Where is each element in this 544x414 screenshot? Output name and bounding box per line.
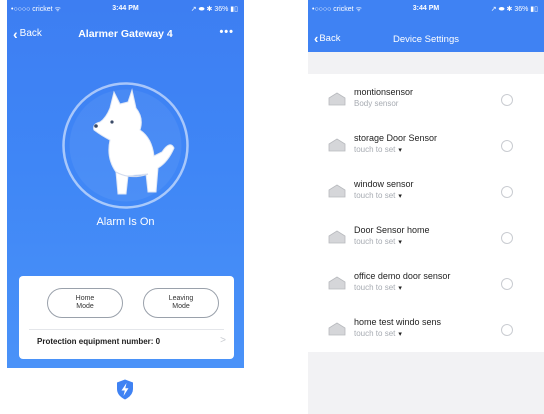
page-title: Device Settings <box>392 34 459 45</box>
caret-down-icon: ▾ <box>398 192 402 200</box>
home-mode-label: Home Mode <box>76 295 95 311</box>
page-title: Alarmer Gateway 4 <box>78 28 173 40</box>
device-subtitle[interactable]: touch to set ▾ <box>354 283 402 292</box>
screenshot-stage: •○○○○ cricket ᯤ 3:44 PM ↗ ⬬ ✱ 36% ▮▯ ‹ B… <box>0 0 544 414</box>
device-row[interactable]: Door Sensor home touch to set ▾ <box>308 216 544 262</box>
device-row[interactable]: home test windo sens touch to set ▾ <box>308 308 544 354</box>
device-subtitle-text: touch to set <box>354 283 396 292</box>
device-icon <box>328 138 346 152</box>
device-select-radio[interactable] <box>501 232 513 244</box>
alarm-status-graphic <box>58 78 193 213</box>
home-mode-label-line1: Home <box>75 295 95 302</box>
leaving-mode-label: Leaving Mode <box>169 295 194 311</box>
caret-down-icon: ▾ <box>398 284 402 292</box>
battery-indicator: ↗ ⬬ ✱ 36% ▮▯ <box>190 6 238 13</box>
device-row[interactable]: window sensor touch to set ▾ <box>308 170 544 216</box>
gateway-nav-bar: ‹ Back Alarmer Gateway 4 ••• <box>7 26 244 48</box>
more-options-button[interactable]: ••• <box>219 26 234 38</box>
device-icon <box>328 322 346 336</box>
leaving-mode-button[interactable]: Leaving Mode <box>143 288 219 318</box>
alarm-status-text: Alarm Is On <box>96 216 155 228</box>
leaving-mode-label-line1: Leaving <box>168 295 194 302</box>
dog-illustration <box>62 82 189 209</box>
device-subtitle[interactable]: touch to set ▾ <box>354 237 402 246</box>
device-select-radio[interactable] <box>501 94 513 106</box>
device-settings-screen: •○○○○ cricket ᯤ 3:44 PM ↗ ⬬ ✱ 36% ▮▯ ‹ B… <box>308 0 544 414</box>
device-subtitle-text: Body sensor <box>354 99 399 108</box>
device-icon <box>328 276 346 290</box>
device-name: window sensor <box>354 179 414 189</box>
device-select-radio[interactable] <box>501 278 513 290</box>
device-icon <box>328 230 346 244</box>
device-subtitle-text: touch to set <box>354 237 396 246</box>
chevron-right-icon[interactable]: > <box>220 335 226 346</box>
device-name: montionsensor <box>354 87 414 97</box>
device-subtitle[interactable]: touch to set ▾ <box>354 191 402 200</box>
leaving-mode-label-line2: Mode <box>172 303 190 310</box>
panel-divider <box>29 329 224 330</box>
device-name: office demo door sensor <box>354 271 451 281</box>
device-name: home test windo sens <box>354 317 442 327</box>
device-row[interactable]: storage Door Sensor touch to set ▾ <box>308 124 544 170</box>
caret-down-icon: ▾ <box>398 146 402 154</box>
device-subtitle[interactable]: touch to set ▾ <box>354 145 402 154</box>
device-icon <box>328 92 346 106</box>
device-name: storage Door Sensor <box>354 133 438 143</box>
device-select-radio[interactable] <box>501 324 513 336</box>
caret-down-icon: ▾ <box>398 330 402 338</box>
device-select-radio[interactable] <box>501 186 513 198</box>
device-subtitle: Body sensor <box>354 99 398 108</box>
device-select-radio[interactable] <box>501 140 513 152</box>
device-icon <box>328 184 346 198</box>
device-settings-header: •○○○○ cricket ᯤ 3:44 PM ↗ ⬬ ✱ 36% ▮▯ ‹ B… <box>308 0 544 52</box>
home-mode-label-line2: Mode <box>76 303 94 310</box>
gateway-screen: •○○○○ cricket ᯤ 3:44 PM ↗ ⬬ ✱ 36% ▮▯ ‹ B… <box>7 0 244 414</box>
mode-panel: Home Mode Leaving Mode Protection equipm… <box>19 276 234 359</box>
device-row[interactable]: montionsensor Body sensor <box>308 78 544 124</box>
device-subtitle-text: touch to set <box>354 145 396 154</box>
device-row[interactable]: office demo door sensor touch to set ▾ <box>308 262 544 308</box>
protection-equipment-count[interactable]: Protection equipment number: 0 <box>37 337 160 346</box>
device-list: montionsensor Body sensor storage Door S… <box>308 74 544 352</box>
shield-lightning-icon[interactable] <box>116 379 134 400</box>
device-subtitle-text: touch to set <box>354 329 396 338</box>
caret-down-icon: ▾ <box>398 238 402 246</box>
device-name: Door Sensor home <box>354 225 430 235</box>
home-mode-button[interactable]: Home Mode <box>47 288 123 318</box>
device-subtitle-text: touch to set <box>354 191 396 200</box>
device-subtitle[interactable]: touch to set ▾ <box>354 329 402 338</box>
battery-indicator: ↗ ⬬ ✱ 36% ▮▯ <box>490 6 538 13</box>
status-bar: •○○○○ cricket ᯤ 3:44 PM ↗ ⬬ ✱ 36% ▮▯ <box>308 0 544 18</box>
status-bar: •○○○○ cricket ᯤ 3:44 PM ↗ ⬬ ✱ 36% ▮▯ <box>7 0 244 18</box>
